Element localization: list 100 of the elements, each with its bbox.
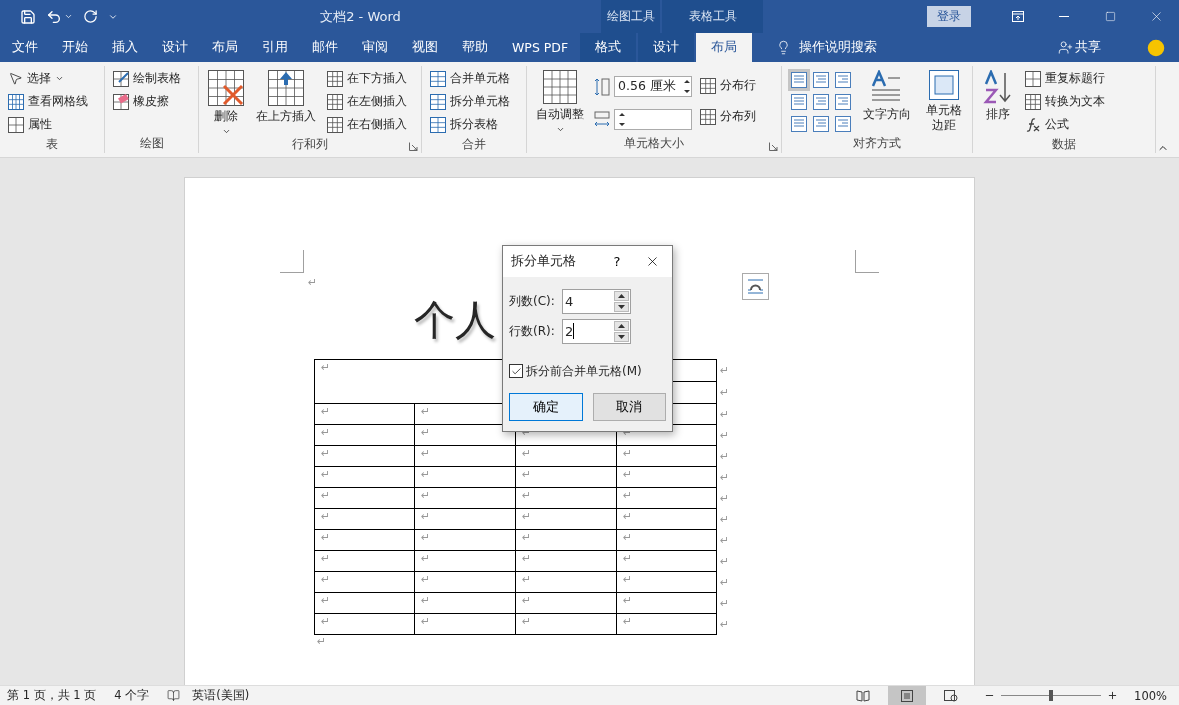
ribbon-button[interactable]: 单元格边距: [920, 66, 968, 135]
table-cell: ↵: [616, 466, 717, 488]
ribbon-tab[interactable]: WPS PDF: [500, 33, 581, 62]
context-tab-group: 表格工具: [662, 0, 763, 33]
document-title: 个人: [414, 295, 496, 346]
group-label: 合并: [462, 136, 486, 153]
table-cell: ↵: [314, 403, 415, 425]
paragraph-mark: ↵: [716, 487, 737, 509]
table-cell: ↵: [515, 613, 617, 635]
ribbon-button[interactable]: 排序: [979, 66, 1017, 136]
table-cell: ↵: [515, 571, 617, 593]
language-label: 英语(美国): [192, 688, 250, 703]
table-cell: ↵: [515, 592, 617, 614]
table-cell: ↵: [616, 445, 717, 467]
table-cell: ↵: [616, 571, 717, 593]
ribbon-button[interactable]: 自动调整: [533, 66, 587, 135]
number-field[interactable]: 4: [562, 288, 631, 314]
field-label: 列数(C):: [509, 292, 556, 310]
paragraph-mark: ↵: [716, 529, 737, 551]
table-cell: ↵: [314, 466, 415, 488]
ribbon-tab[interactable]: 帮助: [450, 33, 500, 62]
number-field[interactable]: 2: [562, 318, 631, 344]
group-label: 对齐方式: [853, 135, 901, 152]
table-cell: ↵: [515, 508, 617, 530]
group-label: 行和列: [292, 136, 328, 153]
table-cell: ↵: [414, 508, 516, 530]
paragraph-mark: ↵: [716, 359, 737, 382]
table-cell: ↵: [314, 571, 415, 593]
table-cell: ↵: [414, 571, 516, 593]
paragraph-mark: ↵: [716, 571, 737, 593]
paragraph-mark: ↵: [716, 381, 737, 404]
table-cell: ↵: [515, 466, 617, 488]
ribbon-tab[interactable]: 邮件: [300, 33, 350, 62]
table-cell: ↵: [314, 529, 415, 551]
cancel-button[interactable]: 取消: [592, 393, 666, 421]
table-cell: ↵: [515, 550, 617, 572]
table-cell: ↵: [616, 508, 717, 530]
ribbon-button[interactable]: 拆分单元格: [428, 90, 512, 113]
table-cell: ↵: [314, 487, 415, 509]
group-label: 表: [46, 136, 58, 153]
window-title: 文档2 - Word: [319, 7, 402, 26]
ribbon-tab[interactable]: 审阅: [350, 33, 400, 62]
ribbon-button[interactable]: 公式: [1023, 113, 1107, 136]
table-cell: ↵: [515, 445, 617, 467]
table-cell: ↵: [515, 529, 617, 551]
ribbon-button[interactable]: 分布列: [698, 105, 758, 128]
sign-in-button[interactable]: 登录: [927, 6, 971, 27]
ribbon-tab[interactable]: 插入: [100, 33, 150, 62]
ribbon-button[interactable]: 橡皮擦: [111, 90, 183, 113]
table-cell: ↵: [616, 529, 717, 551]
paragraph-mark: ↵: [716, 403, 737, 425]
table-cell: ↵: [414, 445, 516, 467]
ribbon-button[interactable]: 绘制表格: [111, 67, 183, 90]
ribbon-button[interactable]: 在左侧插入: [325, 90, 409, 113]
ribbon-button[interactable]: 选择: [6, 67, 90, 90]
table-cell: ↵: [414, 592, 516, 614]
ribbon-button[interactable]: 删除: [205, 66, 247, 136]
share-button[interactable]: 共享: [1052, 33, 1107, 62]
paragraph-mark: ↵: [716, 466, 737, 488]
table-cell: ↵: [314, 592, 415, 614]
paragraph-mark: ↵: [317, 635, 327, 649]
paragraph-mark: ↵: [716, 445, 737, 467]
ribbon-button[interactable]: 在下方插入: [325, 67, 409, 90]
table-cell: ↵: [414, 529, 516, 551]
paragraph-mark: ↵: [716, 550, 737, 572]
table-cell: ↵: [314, 508, 415, 530]
table-cell: ↵: [515, 487, 617, 509]
field-label: 行数(R):: [509, 322, 556, 340]
ribbon-button[interactable]: 分布行: [698, 74, 758, 97]
paragraph-mark: ↵: [716, 424, 737, 446]
paragraph-mark: ↵: [716, 613, 737, 635]
ribbon-tab[interactable]: 引用: [250, 33, 300, 62]
ribbon-button[interactable]: 转换为文本: [1023, 90, 1107, 113]
ok-button[interactable]: 确定: [509, 393, 583, 421]
table-cell: ↵: [414, 466, 516, 488]
ribbon-tab[interactable]: 设计: [638, 33, 695, 62]
ribbon-tab[interactable]: 文件: [0, 33, 50, 62]
tell-me-search[interactable]: 操作说明搜索: [770, 33, 884, 62]
table-cell: ↵: [314, 550, 415, 572]
ribbon-button[interactable]: 在右侧插入: [325, 113, 409, 136]
ribbon-button[interactable]: 在上方插入: [253, 66, 319, 136]
ribbon-button[interactable]: 属性: [6, 113, 90, 136]
ribbon-tab[interactable]: 视图: [400, 33, 450, 62]
ribbon-button[interactable]: 重复标题行: [1023, 67, 1107, 90]
ribbon-button[interactable]: 查看网格线: [6, 90, 90, 113]
group-label: 绘图: [139, 135, 164, 152]
ribbon-button[interactable]: 合并单元格: [428, 67, 512, 90]
ribbon-button[interactable]: 拆分表格: [428, 113, 512, 136]
ribbon-button[interactable]: 文字方向: [860, 66, 914, 135]
help-button[interactable]: ?: [602, 253, 632, 270]
paragraph-mark: ↵: [716, 508, 737, 530]
ribbon-tab[interactable]: 布局: [696, 33, 753, 62]
ribbon-tab[interactable]: 布局: [200, 33, 250, 62]
spin-field[interactable]: 0.56 厘米: [614, 76, 692, 97]
table-cell: ↵: [616, 613, 717, 635]
ribbon-tab[interactable]: 开始: [50, 33, 100, 62]
ribbon-tab[interactable]: 设计: [150, 33, 200, 62]
context-tab-group: 绘图工具: [601, 0, 660, 33]
table-cell: ↵: [314, 424, 415, 446]
ribbon-tab[interactable]: 格式: [580, 33, 637, 62]
